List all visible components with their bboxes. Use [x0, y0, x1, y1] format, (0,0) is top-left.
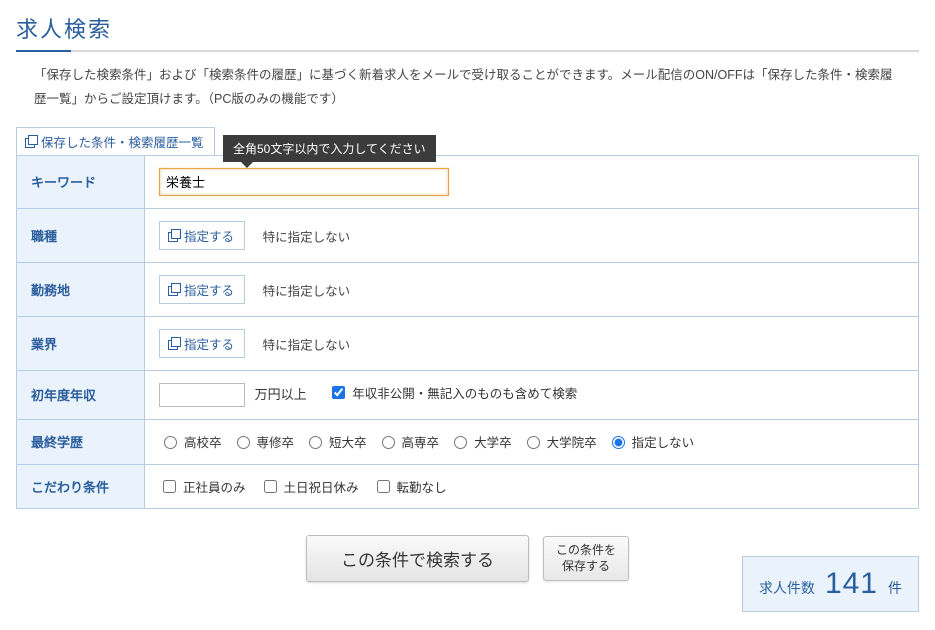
- education-radio-hs[interactable]: [164, 436, 177, 449]
- education-option-sen[interactable]: 専修卒: [232, 432, 295, 451]
- result-count-box: 求人件数 141 件: [742, 556, 919, 612]
- education-option-kt[interactable]: 高専卒: [377, 432, 440, 451]
- preference-checkbox-weekend[interactable]: [264, 480, 277, 493]
- salary-unit: 万円以上: [255, 387, 307, 402]
- specify-jobtype-button[interactable]: 指定する: [159, 221, 245, 250]
- education-option-none[interactable]: 指定しない: [607, 432, 695, 451]
- education-radio-uni[interactable]: [454, 436, 467, 449]
- include-undisclosed-checkbox[interactable]: [332, 386, 345, 399]
- preference-checkbox-notrans[interactable]: [377, 480, 390, 493]
- search-button[interactable]: この条件で検索する: [306, 535, 529, 582]
- include-undisclosed-text: 年収非公開・無記入のものも含めて検索: [352, 383, 577, 402]
- popup-icon: [25, 135, 37, 147]
- keyword-tooltip: 全角50文字以内で入力してください: [223, 135, 436, 162]
- education-option-grad[interactable]: 大学院卒: [522, 432, 597, 451]
- education-option-uni[interactable]: 大学卒: [449, 432, 512, 451]
- preference-option-label: 正社員のみ: [183, 477, 246, 496]
- label-jobtype: 職種: [17, 208, 145, 262]
- education-radio-grad[interactable]: [527, 436, 540, 449]
- education-radio-none[interactable]: [612, 436, 625, 449]
- popup-icon: [168, 229, 180, 241]
- search-form-table: キーワード 全角50文字以内で入力してください 職種 指定する 特に指定しない …: [16, 155, 919, 510]
- education-radio-jc[interactable]: [309, 436, 322, 449]
- keyword-input[interactable]: [159, 168, 449, 196]
- preference-option-label: 土日祝日休み: [284, 477, 359, 496]
- popup-icon: [168, 283, 180, 295]
- preference-option-label: 転勤なし: [397, 477, 447, 496]
- specify-label: 指定する: [184, 280, 234, 299]
- education-radio-kt[interactable]: [382, 436, 395, 449]
- industry-value: 特に指定しない: [263, 338, 351, 352]
- education-option-label: 指定しない: [632, 432, 695, 451]
- preference-option-weekend[interactable]: 土日祝日休み: [260, 477, 359, 496]
- label-industry: 業界: [17, 316, 145, 370]
- preference-checkbox-fulltime[interactable]: [163, 480, 176, 493]
- education-option-label: 大学院卒: [547, 432, 597, 451]
- education-option-label: 専修卒: [257, 432, 295, 451]
- saved-history-button[interactable]: 保存した条件・検索履歴一覧: [16, 127, 215, 156]
- specify-label: 指定する: [184, 334, 234, 353]
- location-value: 特に指定しない: [263, 284, 351, 298]
- result-count-label: 求人件数: [759, 578, 815, 598]
- label-location: 勤務地: [17, 262, 145, 316]
- label-preferences: こだわり条件: [17, 465, 145, 509]
- education-radio-sen[interactable]: [237, 436, 250, 449]
- specify-industry-button[interactable]: 指定する: [159, 329, 245, 358]
- result-count-number: 141: [825, 567, 878, 601]
- include-undisclosed-label[interactable]: 年収非公開・無記入のものも含めて検索: [328, 383, 577, 402]
- saved-history-label: 保存した条件・検索履歴一覧: [41, 132, 204, 151]
- title-rule: [16, 50, 919, 52]
- jobtype-value: 特に指定しない: [263, 230, 351, 244]
- label-keyword: キーワード: [17, 155, 145, 208]
- page-description: 「保存した検索条件」および「検索条件の履歴」に基づく新着求人をメールで受け取るこ…: [34, 64, 901, 112]
- save-conditions-button[interactable]: この条件を保存する: [543, 536, 629, 581]
- specify-label: 指定する: [184, 226, 234, 245]
- education-option-hs[interactable]: 高校卒: [159, 432, 222, 451]
- page-title: 求人検索: [16, 12, 919, 44]
- education-option-label: 大学卒: [474, 432, 512, 451]
- preference-option-fulltime[interactable]: 正社員のみ: [159, 477, 246, 496]
- label-education: 最終学歴: [17, 419, 145, 465]
- education-option-label: 高校卒: [184, 432, 222, 451]
- popup-icon: [168, 337, 180, 349]
- salary-input[interactable]: [159, 383, 245, 407]
- preference-option-notrans[interactable]: 転勤なし: [373, 477, 447, 496]
- education-option-label: 高専卒: [402, 432, 440, 451]
- specify-location-button[interactable]: 指定する: [159, 275, 245, 304]
- result-count-unit: 件: [888, 578, 902, 598]
- education-option-label: 短大卒: [329, 432, 367, 451]
- label-salary: 初年度年収: [17, 370, 145, 419]
- education-option-jc[interactable]: 短大卒: [304, 432, 367, 451]
